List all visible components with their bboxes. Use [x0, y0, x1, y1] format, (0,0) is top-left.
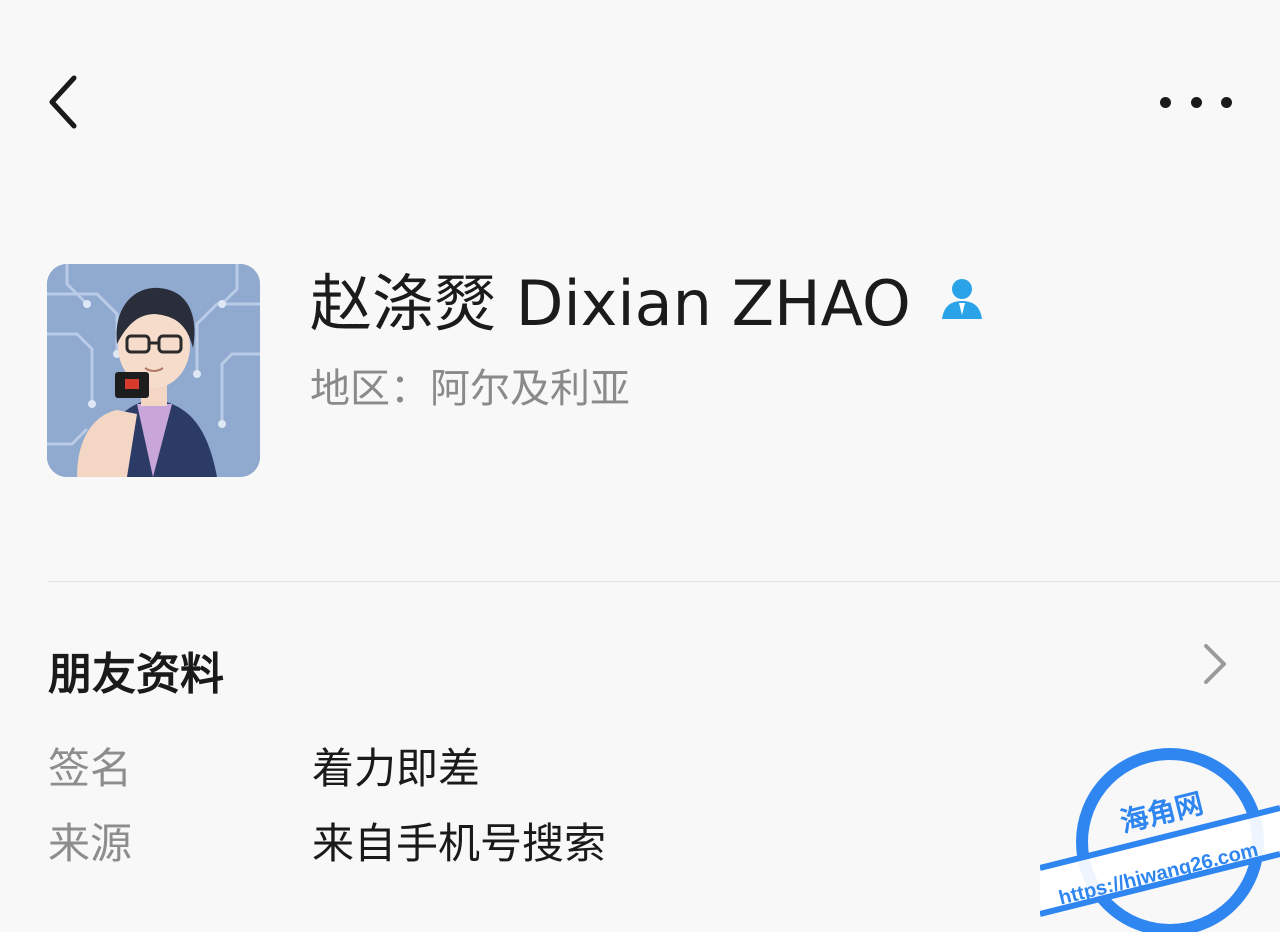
- friend-info-title: 朋友资料: [48, 649, 224, 700]
- more-dot: [1190, 96, 1202, 108]
- more-options-button[interactable]: [1160, 82, 1232, 122]
- profile-name-row: 赵涤燹 Dixian ZHAO: [310, 258, 987, 340]
- chevron-right-icon: [1204, 644, 1226, 684]
- more-dot: [1221, 96, 1232, 108]
- source-value: 来自手机号搜索: [312, 819, 607, 868]
- avatar-illustration: [47, 264, 260, 477]
- signature-value: 着力即差: [312, 744, 481, 793]
- signature-label: 签名: [48, 744, 133, 793]
- signature-row: 签名 着力即差: [0, 735, 1280, 795]
- chevron-left-icon: [49, 75, 77, 129]
- contact-person-icon: [937, 273, 987, 323]
- back-button[interactable]: [40, 70, 96, 134]
- avatar[interactable]: [47, 264, 260, 477]
- more-horizontal-icon: [1160, 96, 1171, 108]
- source-row: 来源 来自手机号搜索: [0, 810, 1280, 870]
- contact-profile-page: 赵涤燹 Dixian ZHAO 地区：阿尔及利亚 朋友资料 签名 着力即差 来源…: [0, 0, 1280, 932]
- friend-info-row[interactable]: 朋友资料: [0, 620, 1280, 710]
- region-text: 地区：阿尔及利亚: [310, 366, 630, 412]
- section-divider: [47, 581, 1280, 582]
- contact-name: 赵涤燹 Dixian ZHAO: [310, 267, 911, 340]
- source-label: 来源: [48, 819, 133, 868]
